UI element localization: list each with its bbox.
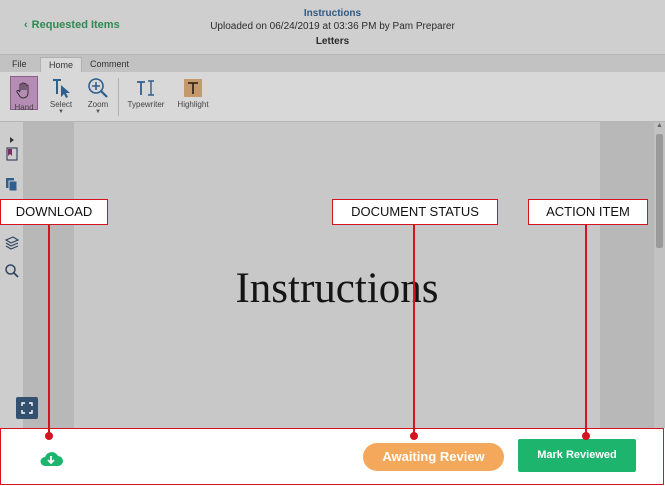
action-item-leader-dot — [582, 432, 590, 440]
layers-icon — [4, 236, 20, 250]
tab-file[interactable]: File — [4, 57, 35, 73]
layers-button[interactable] — [4, 234, 20, 250]
document-status-callout: DOCUMENT STATUS — [332, 199, 498, 225]
ribbon-tabs: File Home Comment — [0, 54, 665, 73]
bookmark-icon — [6, 147, 18, 161]
document-viewer[interactable]: Instructions — [24, 122, 654, 428]
typewriter-icon — [137, 80, 154, 96]
pages-icon — [6, 178, 18, 192]
left-sidebar — [0, 122, 24, 428]
tab-comment[interactable]: Comment — [82, 57, 137, 73]
highlight-tool-label: Highlight — [177, 100, 209, 109]
select-tool-button[interactable]: Select ▼ — [45, 76, 77, 115]
document-status-badge: Awaiting Review — [363, 443, 504, 471]
search-document-button[interactable] — [4, 263, 20, 279]
hand-icon — [16, 82, 29, 99]
typewriter-tool-label: Typewriter — [127, 100, 165, 109]
download-leader-dot — [45, 432, 53, 440]
select-cursor-icon — [53, 79, 70, 98]
scrollbar-thumb[interactable] — [656, 134, 663, 248]
ribbon-toolbar: Hand Select ▼ Zoom ▼ Typewriter Highligh… — [0, 72, 665, 122]
page-thumbnails-button[interactable] — [4, 176, 20, 192]
mark-reviewed-button[interactable]: Mark Reviewed — [518, 439, 636, 472]
download-leader-line — [48, 225, 50, 435]
hand-tool-label: Hand — [14, 103, 34, 112]
vertical-scrollbar[interactable]: ▲ — [654, 122, 665, 428]
download-button[interactable] — [38, 449, 64, 469]
caret-down-icon: ▼ — [58, 109, 64, 115]
fullscreen-icon — [21, 402, 33, 414]
expand-sidebar-toggle[interactable] — [4, 132, 20, 143]
caret-down-icon: ▼ — [95, 109, 101, 115]
zoom-tool-label: Zoom — [87, 100, 109, 109]
fullscreen-button[interactable] — [16, 397, 38, 419]
bookmarks-button[interactable] — [4, 146, 20, 162]
highlight-text-icon — [184, 79, 202, 97]
ribbon-separator — [118, 78, 119, 116]
document-status-leader-line — [413, 225, 415, 435]
typewriter-tool-button[interactable]: Typewriter — [124, 76, 168, 109]
cloud-download-icon — [40, 452, 63, 466]
document-review-screen: ‹ Requested Items Instructions Uploaded o… — [0, 0, 665, 486]
hand-tool-button[interactable]: Hand — [8, 76, 40, 112]
tab-home[interactable]: Home — [40, 57, 83, 73]
download-callout: DOWNLOAD — [0, 199, 108, 225]
document-header: ‹ Requested Items Instructions Uploaded o… — [0, 0, 665, 54]
select-tool-label: Select — [49, 100, 73, 109]
document-page: Instructions — [74, 122, 600, 428]
search-icon — [5, 264, 19, 278]
upload-info: Uploaded on 06/24/2019 at 03:36 PM by Pa… — [210, 21, 455, 32]
action-item-leader-line — [585, 225, 587, 435]
document-status-leader-dot — [410, 432, 418, 440]
document-category: Letters — [315, 36, 350, 47]
zoom-in-icon — [88, 78, 108, 98]
action-item-callout: ACTION ITEM — [528, 199, 648, 225]
scroll-up-icon[interactable]: ▲ — [656, 122, 663, 129]
zoom-tool-button[interactable]: Zoom ▼ — [82, 76, 114, 115]
document-title: Instructions — [303, 8, 362, 19]
document-page-heading: Instructions — [235, 265, 439, 312]
highlight-tool-button[interactable]: Highlight — [174, 76, 212, 109]
caret-right-icon — [10, 137, 14, 143]
